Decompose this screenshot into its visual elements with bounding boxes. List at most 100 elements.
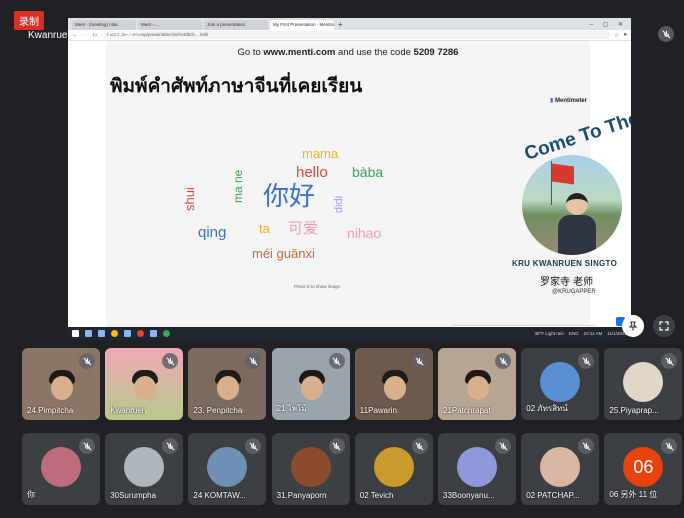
browser-urlbar: ← → ↻ mentimeter.com/app/presentation/al… [68,30,631,41]
avatar [290,447,331,487]
mic-off-icon [411,438,428,454]
language-indicator[interactable]: ENG [569,331,579,336]
mic-off-icon [162,438,179,454]
browser-tab[interactable]: Join a presentation [204,20,268,30]
participant-name: 31.Panyaporn [276,491,327,500]
participant-name: 06 另外 11 位 [609,490,658,499]
participant-name: 23. Penpitcha [193,406,243,415]
participant-name: 21 ไพโม้ [276,404,307,413]
mic-off-icon [495,353,511,369]
word-cloud-item: shui [182,187,197,211]
join-code: 5209 7286 [413,47,459,58]
participant-tile[interactable]: 24.Pimpitcha [22,348,100,420]
avatar: 06 [623,447,664,487]
flag-icon [552,163,574,185]
windows-taskbar: 30°F Light rain ENG 10:11 AM 11/1/2021 [68,327,631,340]
browser-tab-active[interactable]: My First Presentation - Mentime [270,20,334,30]
participant-tile[interactable]: 11Pawarin [354,348,433,420]
mic-off-icon [79,353,95,369]
line-icon[interactable] [163,330,170,337]
participant-name: 02 ภัทรสิทน์ [526,404,568,413]
code-middle: and use the code [335,47,414,58]
participant-tile[interactable]: 33Boonyanu... [438,433,516,505]
profile-icon[interactable]: ● [623,32,627,38]
mic-off-icon [79,438,95,454]
fullscreen-icon[interactable] [653,315,675,337]
meet-window: 录制 Kwanruen Singto正在展示 Meet - (meeting) … [0,0,684,518]
participant-tile[interactable]: 02 Tevich [354,433,433,505]
word-cloud-item: nihao [347,225,382,241]
word-cloud-item: didi [333,195,345,213]
new-tab-icon[interactable]: + [338,20,343,30]
avatar [540,362,581,402]
join-code-line: Go to www.menti.com and use the code 520… [106,47,590,58]
profile-name: KRU KWANRUEN SINGTO [512,259,618,268]
participant-tile[interactable]: 21 ไพโม้ [271,348,350,420]
participant-tile[interactable]: 23. Penpitcha [188,348,267,420]
slide-hint: Press S to show image [294,284,341,289]
avatar [207,447,248,487]
mic-off-icon [411,353,428,369]
word-cloud-item: mama [302,146,339,161]
presenter-label: Kwanruen Singto正在展示 [28,30,145,41]
avatar [623,362,664,402]
mic-off-icon [661,353,678,369]
participant-name: 24.Pimpitcha [27,406,74,415]
browser-tabbar: Meet - (meeting) nlas. Meet - ... Join a… [68,18,631,30]
word-cloud-item: qing [198,224,227,241]
mic-off-icon [245,438,262,454]
file-explorer-icon[interactable] [124,330,131,337]
search-icon[interactable] [85,330,92,337]
windows-start-icon[interactable] [72,330,79,337]
address-bar[interactable]: mentimeter.com/app/presentation/al7e4dbc… [101,31,610,39]
participant-name: 02 PATCHAP... [526,491,580,500]
profile-photo [522,155,622,255]
avatar [540,447,581,487]
participant-tile[interactable]: Kwanruen [105,348,184,420]
profile-handle: @KRUGAPPER [552,289,596,295]
pin-icon[interactable] [622,315,644,337]
weather-readout[interactable]: 30°F Light rain [535,331,564,336]
participant-name: 02 Tevich [359,491,394,500]
task-view-icon[interactable] [98,330,105,337]
mic-off-icon [661,438,678,454]
app-icon[interactable] [137,330,144,337]
slide-title: พิมพ์คำศัพท์ภาษาจีนที่เคยเรียน [110,76,363,97]
participant-tile[interactable]: 06 06 另外 11 位 [604,433,683,505]
participant-tile[interactable]: 02 ภัทรสิทน์ [521,348,600,420]
participant-tile[interactable]: 31.Panyaporn [271,433,350,505]
clock-time[interactable]: 10:11 AM [584,331,603,336]
participant-name: 21Patchrapat [443,406,491,415]
shared-screen[interactable]: Meet - (meeting) nlas. Meet - ... Join a… [68,18,631,340]
participant-tile[interactable]: 21Patchrapat [438,348,516,420]
word-cloud-item: ma ne [231,169,245,203]
avatar [124,447,165,487]
word-cloud-item: bàba [352,164,384,180]
presentation-slide: Go to www.menti.com and use the code 520… [106,41,631,340]
window-controls-icon[interactable]: – ▢ ✕ [590,20,631,30]
participant-tile[interactable]: 30Surumpha [105,433,184,505]
mic-off-icon [578,353,595,369]
participant-name: Kwanruen [110,406,147,415]
participant-name: 24 KOMTAW... [193,491,246,500]
code-site: www.menti.com [263,47,336,58]
avatar [373,447,414,487]
mic-off-icon [495,438,511,454]
mic-off-icon [578,438,595,454]
code-prefix: Go to [237,47,264,58]
word-cloud-item: 可爱 [288,220,319,237]
mic-off-icon [328,438,345,454]
star-icon[interactable]: ☆ [614,32,619,39]
participant-tile[interactable]: 25.Piyaprap... [604,348,683,420]
participant-name: 30Surumpha [110,491,156,500]
participant-tile[interactable]: 02 PATCHAP... [521,433,600,505]
participant-name: 11Pawarin [359,406,398,415]
avatar [457,447,497,487]
chrome-icon[interactable] [111,330,118,337]
profile-chinese-title: 罗家寺 老师 [540,277,594,288]
participant-tile[interactable]: 24 KOMTAW... [188,433,267,505]
participant-name: 33Boonyanu... [443,491,495,500]
participant-tile[interactable]: 你 [22,433,100,505]
browser-tab[interactable]: Meet - ... [138,20,202,30]
app-icon[interactable] [150,330,157,337]
